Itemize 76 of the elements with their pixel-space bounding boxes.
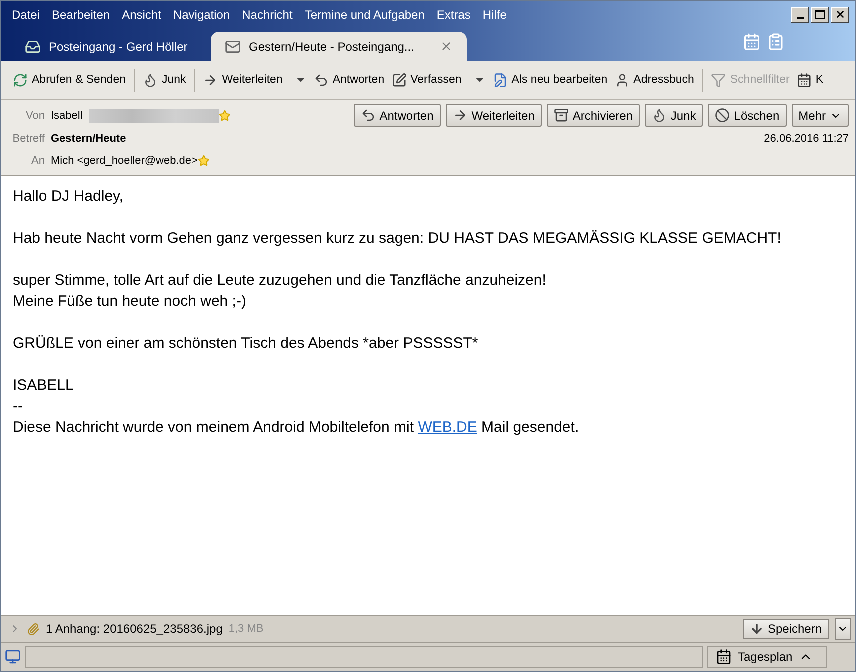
toolbar-button[interactable]: Antworten: [310, 68, 388, 92]
save-button[interactable]: Speichern: [742, 619, 829, 639]
toolbar-button[interactable]: Abrufen & Senden: [10, 68, 129, 92]
star-icon[interactable]: [198, 155, 210, 167]
toolbar-button[interactable]: Verfassen: [388, 68, 489, 92]
subject-text: Gestern/Heute: [51, 133, 126, 145]
menu-item[interactable]: Termine und Aufgaben: [300, 6, 430, 24]
inbox-icon: [25, 38, 41, 54]
message-line: --: [13, 397, 24, 417]
attachment-summary: 1 Anhang: 20160625_235836.jpg: [46, 622, 223, 636]
tab[interactable]: Gestern/Heute - Posteingang...: [211, 32, 467, 61]
reply-arrow-icon: [314, 72, 329, 88]
flame-icon: [143, 72, 158, 88]
archive-icon: [554, 108, 569, 123]
sync-icon: [13, 72, 28, 88]
right-arrow-icon: [452, 108, 468, 123]
menu-item[interactable]: Nachricht: [237, 6, 298, 24]
field-label: Von: [25, 110, 45, 122]
network-icon[interactable]: [5, 649, 21, 665]
menu-item[interactable]: Navigation: [168, 6, 236, 24]
toolbar-button[interactable]: K: [794, 68, 827, 92]
right-arrow-icon: [203, 72, 218, 88]
header-button[interactable]: Löschen: [708, 104, 787, 127]
link[interactable]: WEB.DE: [418, 419, 478, 436]
tab[interactable]: Posteingang - Gerd Höller: [11, 32, 207, 61]
calendar-icon: [796, 72, 812, 88]
down-arrow-icon: [750, 622, 764, 636]
menu-item[interactable]: Datei: [7, 6, 46, 24]
header-button[interactable]: Archivieren: [546, 104, 640, 127]
pen-icon: [392, 72, 407, 88]
calendar-icon: [716, 649, 732, 665]
minimize-button[interactable]: [791, 6, 809, 22]
date-text: 26.06.2016 11:27: [764, 133, 849, 145]
task-list-icon[interactable]: [767, 32, 785, 50]
flame-icon: [652, 108, 667, 123]
person-icon: [614, 72, 630, 88]
menu-item[interactable]: Ansicht: [117, 6, 166, 24]
header-button[interactable]: Weiterleiten: [446, 104, 542, 127]
message-line: super Stimme, tolle Art auf die Leute zuzugehen und die Tanzfläche anzuheizen!: [13, 271, 548, 291]
toolbar-button[interactable]: Junk: [140, 68, 190, 92]
toolbar-button[interactable]: Weiterleiten: [200, 68, 310, 92]
reply-arrow-icon: [360, 108, 376, 123]
paperclip-icon: [27, 622, 40, 636]
close-button[interactable]: [831, 6, 849, 22]
message-line: GRÜßLE von einer am schönsten Tisch des Abends *aber PSSSSST*: [13, 334, 480, 354]
tab-label: Gestern/Heute - Posteingang...: [249, 40, 414, 54]
message-line: Meine Füße tun heute noch weh ;-): [13, 292, 248, 312]
envelope-icon: [225, 38, 241, 54]
calendar-icon[interactable]: [743, 32, 761, 50]
prohibited-icon: [715, 108, 730, 123]
message-line: Hallo DJ Hadley,: [13, 187, 125, 207]
attachment-size: 1,3 MB: [228, 623, 264, 635]
signature-text: Diese Nachricht wurde von meinem Android Mobiltelefon mit WEB.DE Mail gesendet.: [13, 418, 580, 438]
header-button[interactable]: Antworten: [354, 104, 441, 127]
close-icon[interactable]: [440, 40, 453, 53]
edit-icon: [492, 72, 508, 88]
sender-name: Isabell: [51, 110, 83, 122]
recipient-text: Mich <gerd_hoeller@web.de>: [51, 155, 198, 167]
menu-item[interactable]: Hilfe: [478, 6, 512, 24]
menu-item[interactable]: Extras: [432, 6, 476, 24]
message-line: ISABELL: [13, 376, 75, 396]
field-label: An: [30, 155, 45, 167]
close-icon: [834, 9, 846, 20]
message-line: Hab heute Nacht vorm Gehen ganz vergessen kurz zu sagen: DU HAST DAS MEGAMÄSSIG KLASSE GEMACHT!: [13, 229, 782, 249]
toolbar-button[interactable]: Als neu bearbeiten: [490, 68, 611, 92]
menu-item[interactable]: Bearbeiten: [47, 6, 116, 24]
tab-label: Posteingang - Gerd Höller: [49, 40, 188, 54]
star-icon[interactable]: [218, 110, 231, 122]
save-menu-button[interactable]: [835, 618, 851, 640]
field-label: Betreff: [12, 133, 45, 145]
maximize-button[interactable]: [811, 6, 829, 22]
filter-icon: [711, 72, 726, 88]
header-button[interactable]: Junk: [644, 104, 704, 127]
today-pane-button[interactable]: Tagesplan: [707, 646, 827, 668]
toolbar-button[interactable]: Adressbuch: [612, 68, 698, 92]
header-button[interactable]: Mehr: [792, 104, 849, 127]
